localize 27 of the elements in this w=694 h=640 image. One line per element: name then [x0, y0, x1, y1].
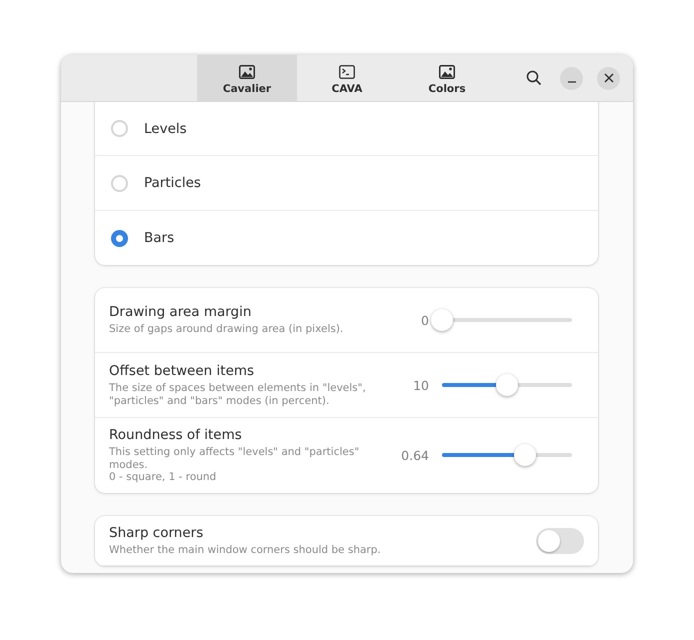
option-label: Particles	[144, 175, 201, 191]
setting-description: Whether the main window corners should be sharp.	[109, 544, 382, 556]
tab[interactable]: CAVA	[297, 55, 397, 101]
terminal-icon	[339, 65, 355, 79]
radio-button[interactable]	[111, 120, 128, 137]
setting-description: This setting only affects "levels" and "particles" modes. 0 - square, 1 - round	[109, 446, 360, 484]
setting-description: Size of gaps around drawing area (in pixels).	[109, 323, 344, 336]
minimize-icon	[568, 80, 576, 82]
setting-title: Offset between items	[109, 362, 256, 379]
setting-title: Roundness of items	[109, 427, 243, 443]
image-icon	[439, 65, 455, 79]
tab[interactable]: Colors	[397, 55, 497, 101]
setting-title: Sharp corners	[109, 524, 204, 541]
toggle-switch[interactable]	[536, 528, 584, 554]
radio-button[interactable]	[111, 230, 128, 246]
slider-value: 0.64	[401, 448, 429, 463]
setting-description: The size of spaces between elements in "levels", "particles" and "bars" modes (in percent).	[109, 382, 367, 408]
close-icon	[604, 73, 614, 83]
option-label: Levels	[144, 120, 187, 136]
image-icon	[239, 65, 255, 79]
slider-value: 10	[412, 378, 429, 392]
option-label: Bars	[144, 230, 174, 246]
radio-button[interactable]	[111, 174, 128, 192]
tab[interactable]: Cavalier	[197, 55, 297, 101]
slider-value: 0	[420, 312, 429, 328]
close-button[interactable]	[597, 66, 620, 90]
setting-title: Drawing area margin	[109, 304, 252, 320]
